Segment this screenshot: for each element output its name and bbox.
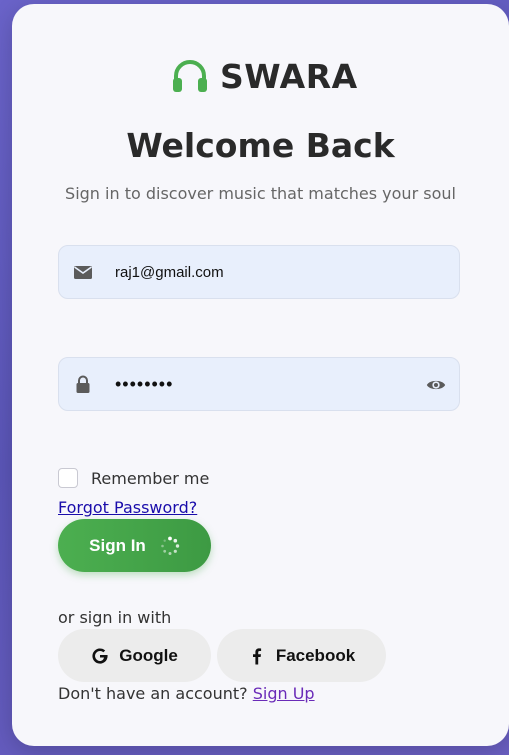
- remember-me[interactable]: Remember me: [58, 468, 209, 488]
- password-input[interactable]: [115, 358, 415, 410]
- sign-up-link[interactable]: Sign Up: [253, 684, 315, 703]
- brand-logo: SWARA: [170, 56, 358, 96]
- sign-in-button[interactable]: Sign In: [58, 519, 211, 572]
- page-title: Welcome Back: [126, 126, 395, 165]
- google-sign-in-button[interactable]: Google: [58, 629, 211, 682]
- forgot-password-link[interactable]: Forgot Password?: [58, 498, 197, 517]
- remember-me-checkbox[interactable]: [58, 468, 78, 488]
- lock-icon: [76, 375, 90, 393]
- google-icon: [92, 647, 108, 664]
- social-prompt: or sign in with: [58, 608, 172, 627]
- brand-name: SWARA: [220, 56, 358, 96]
- page-subtitle: Sign in to discover music that matches y…: [65, 184, 456, 203]
- google-label: Google: [119, 645, 178, 665]
- sign-in-label: Sign In: [89, 535, 146, 555]
- signup-prompt: Don't have an account? Sign Up: [58, 684, 315, 703]
- envelope-icon: [74, 266, 92, 279]
- password-field[interactable]: [58, 357, 460, 411]
- facebook-label: Facebook: [275, 645, 356, 665]
- email-input[interactable]: [115, 246, 415, 298]
- spinner-icon: [161, 536, 180, 555]
- signup-prompt-text: Don't have an account?: [58, 684, 248, 703]
- email-field[interactable]: [58, 245, 460, 299]
- facebook-icon: [252, 647, 261, 664]
- remember-me-label: Remember me: [91, 468, 210, 488]
- login-card: SWARA Welcome Back Sign in to discover m…: [12, 4, 509, 746]
- headphones-icon: [173, 60, 207, 92]
- eye-icon[interactable]: [425, 374, 447, 396]
- facebook-sign-in-button[interactable]: Facebook: [217, 629, 386, 682]
